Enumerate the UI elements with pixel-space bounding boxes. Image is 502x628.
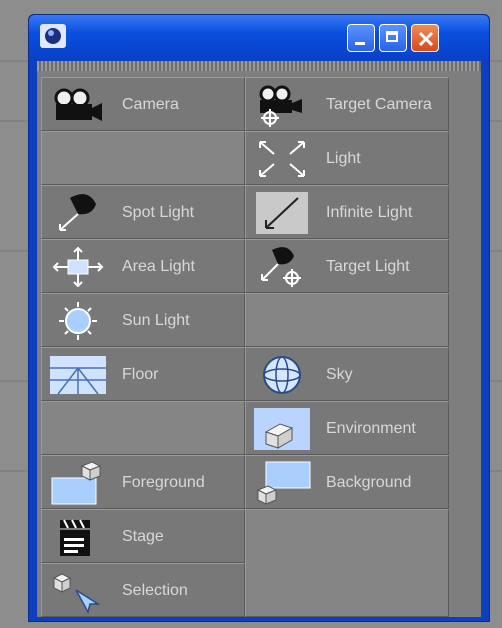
target-light-button[interactable]: Target Light — [245, 239, 449, 293]
foreground-icon — [51, 461, 102, 505]
stage-button[interactable]: Stage — [41, 509, 245, 563]
light-button[interactable]: Light — [245, 131, 449, 185]
camera-icon — [54, 88, 102, 121]
infinite-light-icon — [256, 192, 308, 234]
area-light-button[interactable]: Area Light — [41, 239, 245, 293]
spot-light-button[interactable]: Spot Light — [41, 185, 245, 239]
maximize-button[interactable] — [379, 24, 407, 52]
sky-icon — [263, 356, 301, 394]
app-icon[interactable] — [39, 23, 67, 49]
add-object-window: Camera Target Camera Light Spot Light In… — [28, 14, 490, 622]
infinite-light-label: Infinite Light — [326, 204, 413, 221]
title-bar[interactable] — [29, 15, 489, 59]
close-button[interactable] — [411, 24, 439, 52]
infinite-light-button[interactable]: Infinite Light — [245, 185, 449, 239]
sky-button[interactable]: Sky — [245, 347, 449, 401]
minimize-button[interactable] — [347, 24, 375, 52]
background-label: Background — [326, 474, 412, 491]
object-panel: Camera Target Camera Light Spot Light In… — [37, 61, 481, 617]
selection-button[interactable]: Selection — [41, 563, 245, 617]
floor-button[interactable]: Floor — [41, 347, 245, 401]
background-button[interactable]: Background — [245, 455, 449, 509]
stage-label: Stage — [122, 528, 164, 545]
empty-slot — [245, 293, 449, 347]
panel-grip — [37, 61, 481, 71]
light-label: Light — [326, 150, 361, 167]
foreground-button[interactable]: Foreground — [41, 455, 245, 509]
spot-light-label: Spot Light — [122, 204, 195, 221]
floor-label: Floor — [122, 366, 159, 383]
empty-slot — [41, 131, 245, 185]
spot-light-icon — [59, 194, 96, 231]
area-light-label: Area Light — [122, 258, 195, 275]
sun-light-button[interactable]: Sun Light — [41, 293, 245, 347]
selection-label: Selection — [122, 582, 188, 599]
background-icon — [256, 461, 311, 505]
target-camera-button[interactable]: Target Camera — [245, 77, 449, 131]
environment-label: Environment — [326, 420, 416, 437]
sun-light-label: Sun Light — [122, 312, 190, 329]
environment-button[interactable]: Environment — [245, 401, 449, 455]
environment-icon — [254, 408, 310, 450]
sky-label: Sky — [326, 366, 353, 383]
sun-icon — [59, 302, 97, 340]
close-icon — [418, 31, 434, 47]
clapperboard-icon — [60, 519, 90, 556]
camera-label: Camera — [122, 96, 179, 113]
empty-slot — [245, 509, 449, 617]
area-light-icon — [52, 246, 104, 288]
target-light-icon — [261, 247, 301, 287]
foreground-label: Foreground — [122, 474, 205, 491]
floor-icon — [50, 356, 106, 395]
target-light-label: Target Light — [326, 258, 410, 275]
camera-button[interactable]: Camera — [41, 77, 245, 131]
light-icon — [259, 141, 305, 177]
selection-icon — [52, 573, 101, 614]
target-camera-label: Target Camera — [326, 96, 432, 113]
empty-slot — [41, 401, 245, 455]
target-camera-icon — [259, 85, 302, 127]
